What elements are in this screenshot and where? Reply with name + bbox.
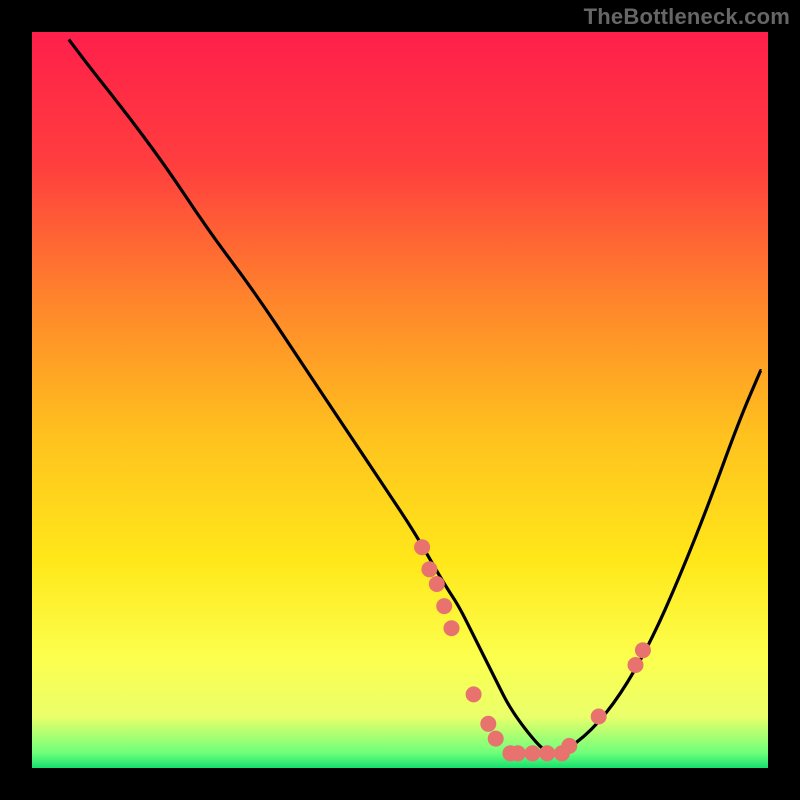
chart-stage: TheBottleneck.com [0,0,800,800]
curve-marker [415,540,430,555]
curve-marker [525,746,540,761]
curve-marker [510,746,525,761]
curve-marker [429,577,444,592]
bottleneck-chart [0,0,800,800]
plot-background [32,32,768,768]
curve-marker [562,738,577,753]
curve-marker [540,746,555,761]
curve-marker [488,731,503,746]
curve-marker [591,709,606,724]
curve-marker [437,599,452,614]
curve-marker [635,643,650,658]
curve-marker [466,687,481,702]
curve-marker [481,716,496,731]
curve-marker [422,562,437,577]
curve-marker [628,658,643,673]
curve-marker [444,621,459,636]
